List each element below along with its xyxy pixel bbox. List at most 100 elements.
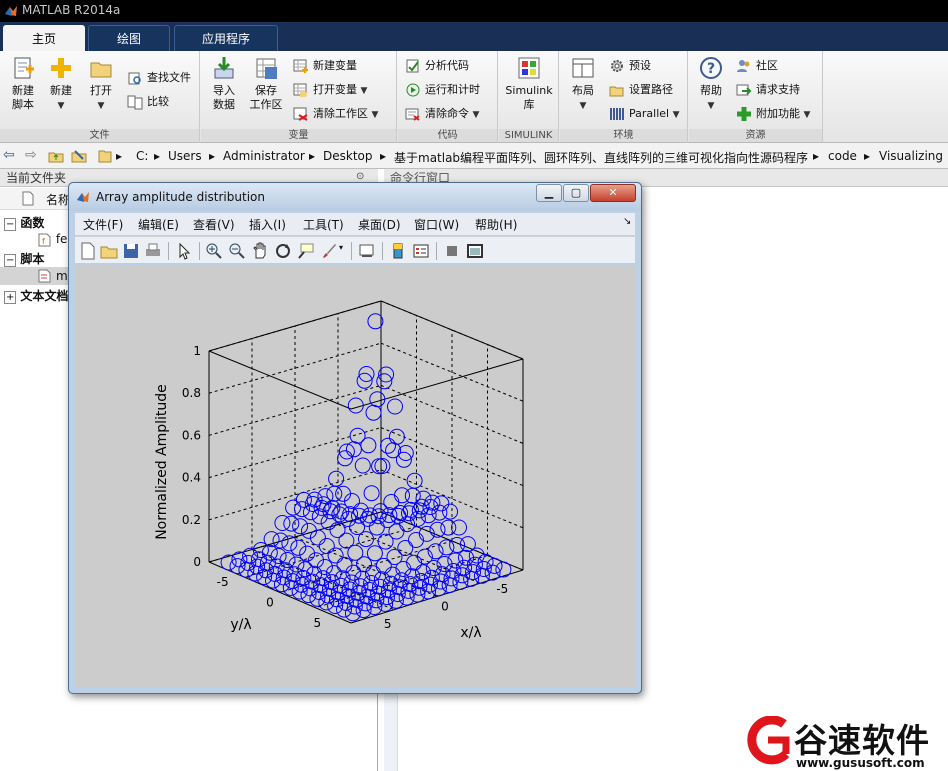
figure-canvas[interactable]: 0 0.2 0.4 0.6 0.8 1 -5 0 5 5 0 -5 Normalized Amplit…	[75, 265, 635, 687]
menu-window[interactable]: 窗口(W)	[414, 216, 459, 233]
parallel-icon	[610, 108, 624, 120]
save-workspace-button[interactable]: 保存 工作区	[247, 55, 285, 112]
group-text-documents[interactable]: + 文本文档	[4, 287, 68, 304]
figure-title-bar[interactable]: Array amplitude distribution ▁ ▢ ✕	[69, 183, 641, 211]
layout-button[interactable]: 布局 ▼	[564, 55, 602, 113]
clear-commands-icon	[405, 108, 420, 121]
clear-workspace-button[interactable]: 清除工作区 ▼	[292, 104, 378, 124]
help-button[interactable]: ? 帮助 ▼	[695, 55, 727, 113]
list-item[interactable]: f fe	[38, 232, 67, 247]
hide-tools-icon[interactable]	[443, 242, 461, 260]
community-button[interactable]: 社区	[735, 56, 778, 76]
maximize-button[interactable]: ▢	[563, 184, 589, 202]
new-button[interactable]: 新建 ▼	[44, 55, 78, 113]
ribbon-section-environment: 布局 ▼ 预设 设置路径 Parallel ▼ 环境	[560, 51, 688, 143]
pane-menu-icon[interactable]: ⊙	[356, 171, 364, 182]
menu-file[interactable]: 文件(F)	[83, 216, 123, 233]
zoom-out-icon[interactable]	[228, 242, 246, 260]
scatter-point	[351, 507, 367, 524]
open-variable-button[interactable]: 打开变量 ▼	[292, 80, 367, 100]
help-icon: ?	[700, 57, 722, 79]
menu-insert[interactable]: 插入(I)	[249, 216, 286, 233]
simulink-library-button[interactable]: Simulink 库	[503, 55, 555, 112]
request-support-icon	[736, 84, 752, 96]
set-path-icon	[609, 86, 624, 97]
breadcrumb-segment[interactable]: 基于matlab编程平面阵列、圆环阵列、直线阵列的三维可视化指向性源码程序	[394, 149, 808, 166]
group-scripts[interactable]: − 脚本	[4, 250, 44, 267]
save-icon[interactable]	[122, 242, 140, 260]
tick-label: 5	[384, 617, 392, 631]
import-data-button[interactable]: 导入 数据	[207, 55, 241, 112]
scatter3-plot[interactable]: 0 0.2 0.4 0.6 0.8 1 -5 0 5 5 0 -5 Normalized Amplit…	[75, 265, 635, 687]
menu-edit[interactable]: 编辑(E)	[138, 216, 179, 233]
up-folder-icon[interactable]	[48, 148, 64, 164]
close-button[interactable]: ✕	[590, 184, 636, 202]
tab-apps[interactable]: 应用程序	[174, 25, 278, 51]
scatter-point	[283, 515, 300, 532]
set-path-button[interactable]: 设置路径	[608, 80, 673, 100]
run-and-time-button[interactable]: 运行和计时	[404, 80, 480, 100]
find-files-button[interactable]: 查找文件	[126, 68, 191, 88]
rotate-icon[interactable]	[274, 242, 292, 260]
tab-home[interactable]: 主页	[3, 25, 85, 51]
request-support-button[interactable]: 请求支持	[735, 80, 800, 100]
name-column-header[interactable]: 名称	[46, 191, 70, 208]
scatter-point	[370, 508, 387, 525]
menu-dock-icon[interactable]: ↘	[623, 216, 631, 227]
forward-arrow-icon[interactable]: ⇨	[25, 147, 37, 163]
show-tools-icon[interactable]	[466, 242, 484, 260]
pan-icon[interactable]	[251, 242, 269, 260]
parallel-button[interactable]: Parallel ▼	[608, 104, 680, 124]
colorbar-icon[interactable]	[389, 242, 407, 260]
breadcrumb-segment[interactable]: Administrator	[223, 149, 305, 163]
breadcrumb-segment[interactable]: Desktop	[323, 149, 373, 163]
legend-icon[interactable]	[412, 242, 430, 260]
section-label-simulink: SIMULINK	[499, 129, 558, 142]
tab-strip: 主页 绘图 应用程序	[0, 22, 948, 51]
z-axis-label: Normalized Amplitude	[154, 384, 170, 540]
group-functions[interactable]: − 函数	[4, 214, 44, 231]
analyze-code-button[interactable]: 分析代码	[404, 56, 469, 76]
menu-view[interactable]: 查看(V)	[193, 216, 235, 233]
scatter-point	[356, 556, 373, 573]
breadcrumb-segment[interactable]: Users	[168, 149, 202, 163]
new-variable-button[interactable]: 新建变量	[292, 56, 357, 76]
minimize-button[interactable]: ▁	[536, 184, 562, 202]
tab-plots[interactable]: 绘图	[88, 25, 170, 51]
breadcrumb-segment[interactable]: C:	[136, 149, 148, 163]
scatter-point	[365, 404, 382, 421]
scatter-point	[347, 397, 364, 414]
print-icon[interactable]	[144, 242, 162, 260]
back-arrow-icon[interactable]: ⇦	[3, 147, 15, 163]
zoom-in-icon[interactable]	[205, 242, 223, 260]
scatter-point	[406, 472, 423, 489]
pointer-icon[interactable]	[175, 242, 193, 260]
watermark-url: www.gususoft.com	[796, 756, 925, 770]
new-figure-icon[interactable]	[79, 242, 97, 260]
tick-label: 0	[441, 600, 449, 614]
add-ons-button[interactable]: 附加功能 ▼	[735, 104, 810, 124]
clear-commands-button[interactable]: 清除命令 ▼	[404, 104, 479, 124]
figure-toolbar: ▾	[75, 236, 635, 264]
browse-folder-icon[interactable]	[71, 148, 87, 164]
scatter-point	[349, 427, 366, 444]
new-script-button[interactable]: 新建 脚本	[6, 55, 40, 112]
section-label-resources: 资源	[689, 129, 822, 142]
app-title-bar: MATLAB R2014a	[0, 0, 948, 22]
compare-button[interactable]: 比较	[126, 92, 169, 112]
brush-icon[interactable]	[320, 242, 338, 260]
menu-desktop[interactable]: 桌面(D)	[358, 216, 401, 233]
open-button[interactable]: 打开 ▼	[84, 55, 118, 113]
open-icon[interactable]	[100, 242, 118, 260]
menu-help[interactable]: 帮助(H)	[475, 216, 517, 233]
preferences-button[interactable]: 预设	[608, 56, 651, 76]
data-cursor-icon[interactable]	[297, 242, 315, 260]
scatter-point	[371, 458, 388, 475]
link-icon[interactable]	[358, 242, 376, 260]
breadcrumb-segment[interactable]: Visualizing	[879, 149, 943, 163]
breadcrumb-segment[interactable]: code	[828, 149, 857, 163]
compare-icon	[127, 95, 143, 110]
scatter-point	[397, 540, 414, 556]
scatter-point	[383, 494, 400, 510]
menu-tools[interactable]: 工具(T)	[303, 216, 344, 233]
